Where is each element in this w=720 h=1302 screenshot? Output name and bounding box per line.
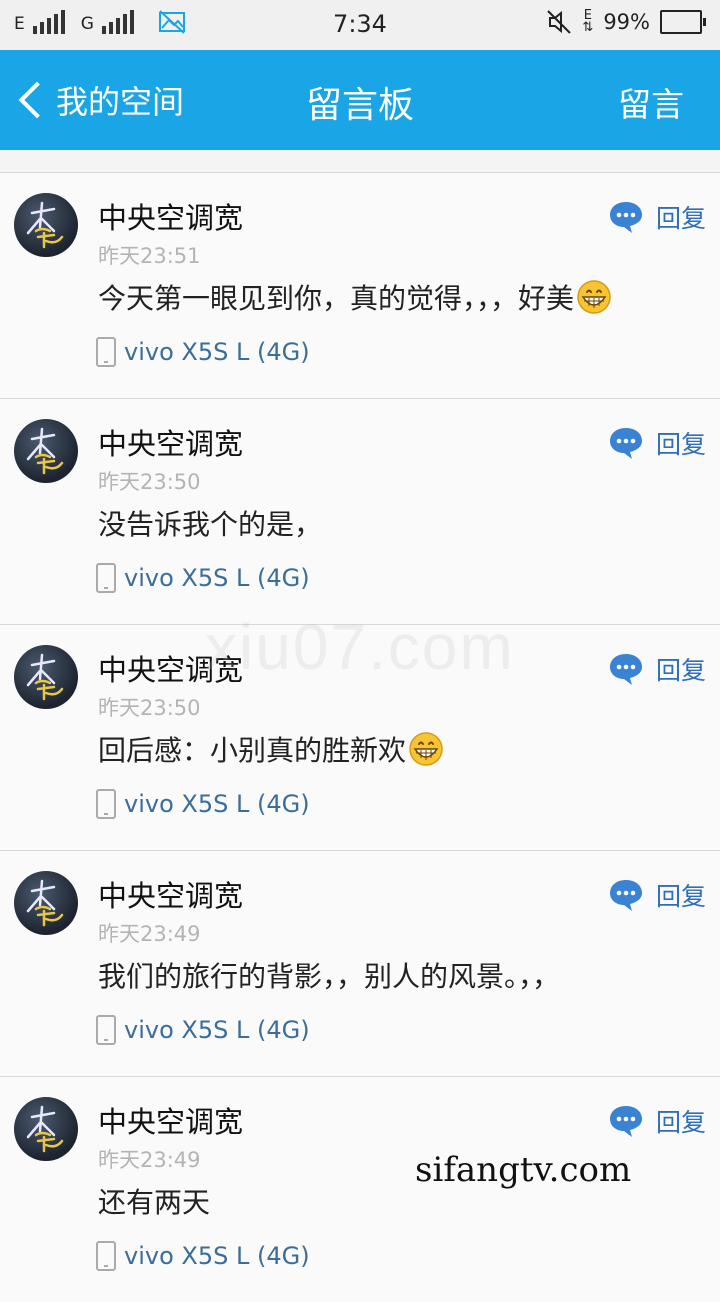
message-time: 昨天23:50: [98, 696, 201, 720]
message-item: 中央空调宽 昨天23:51 今天第一眼见到你，真的觉得，，，好美 vivo X5…: [0, 172, 720, 398]
device-name: vivo X5S L (4G): [124, 1016, 310, 1044]
phone-icon: [96, 563, 116, 593]
grin-emoji-icon: [577, 280, 611, 314]
device-name: vivo X5S L (4G): [124, 338, 310, 366]
mute-icon: [547, 10, 572, 34]
message-text: 回后感：小别真的胜新欢: [98, 734, 407, 767]
chevron-left-icon: [18, 81, 56, 119]
message-content: 回后感：小别真的胜新欢: [98, 729, 444, 769]
device-info: vivo X5S L (4G): [96, 1241, 310, 1271]
reply-button[interactable]: 回复: [608, 425, 706, 461]
avatar[interactable]: [14, 871, 78, 935]
message-item: 中央空调宽 昨天23:50 没告诉我个的是， vivo X5S L (4G) 回…: [0, 398, 720, 624]
message-time: 昨天23:50: [98, 470, 201, 494]
battery-text: 99%: [603, 10, 650, 34]
comment-bubble-icon: [609, 428, 642, 459]
avatar[interactable]: [14, 419, 78, 483]
message-item: 中央空调宽 昨天23:49 我们的旅行的背影，，别人的风景。，， vivo X5…: [0, 850, 720, 1076]
watermark: xiu07.com: [205, 611, 515, 683]
avatar[interactable]: [14, 1097, 78, 1161]
message-text: 今天第一眼见到你，真的觉得，，，好美: [98, 282, 575, 315]
author-name[interactable]: 中央空调宽: [98, 1099, 243, 1141]
avatar[interactable]: [14, 645, 78, 709]
message-time: 昨天23:51: [98, 244, 201, 268]
message-text: 还有两天: [98, 1186, 211, 1219]
status-bar: E G 7:34 E ⇅ 99%: [0, 0, 720, 50]
reply-button[interactable]: 回复: [608, 1103, 706, 1139]
back-label: 我的空间: [56, 83, 185, 121]
grin-emoji-icon: [409, 732, 443, 766]
message-content: 没告诉我个的是，: [98, 503, 322, 543]
avatar[interactable]: [14, 193, 78, 257]
author-name[interactable]: 中央空调宽: [98, 421, 243, 463]
device-info: vivo X5S L (4G): [96, 563, 310, 593]
device-name: vivo X5S L (4G): [124, 564, 310, 592]
message-content: 今天第一眼见到你，真的觉得，，，好美: [98, 277, 612, 317]
leave-message-button[interactable]: 留言: [618, 78, 684, 126]
comment-bubble-icon: [609, 880, 642, 911]
device-info: vivo X5S L (4G): [96, 789, 310, 819]
reply-label: 回复: [655, 882, 706, 911]
message-list: 中央空调宽 昨天23:51 今天第一眼见到你，真的觉得，，，好美 vivo X5…: [0, 172, 720, 1302]
message-time: 昨天23:49: [98, 1148, 201, 1172]
reply-label: 回复: [655, 430, 706, 459]
data-arrows-icon: E ⇅: [582, 8, 594, 35]
reply-label: 回复: [655, 204, 706, 233]
status-right: E ⇅ 99%: [546, 9, 706, 35]
device-info: vivo X5S L (4G): [96, 337, 310, 367]
device-info: vivo X5S L (4G): [96, 1015, 310, 1045]
reply-label: 回复: [655, 1108, 706, 1137]
message-content: 我们的旅行的背影，，别人的风景。，，: [98, 955, 560, 995]
reply-button[interactable]: 回复: [608, 877, 706, 913]
back-button[interactable]: 我的空间: [14, 72, 184, 128]
comment-bubble-icon: [609, 1106, 642, 1137]
device-name: vivo X5S L (4G): [124, 1242, 310, 1270]
reply-button[interactable]: 回复: [608, 651, 706, 687]
author-name[interactable]: 中央空调宽: [98, 195, 243, 237]
phone-icon: [96, 1015, 116, 1045]
message-time: 昨天23:49: [98, 922, 201, 946]
reply-button[interactable]: 回复: [608, 199, 706, 235]
watermark: sifangtv.com: [415, 1150, 632, 1190]
battery-icon: [660, 10, 706, 34]
message-content: 还有两天: [98, 1181, 210, 1221]
message-text: 我们的旅行的背影，，别人的风景。，，: [98, 960, 561, 993]
comment-bubble-icon: [609, 654, 642, 685]
phone-icon: [96, 789, 116, 819]
message-text: 没告诉我个的是，: [98, 508, 323, 541]
comment-bubble-icon: [609, 202, 642, 233]
nav-bar: 我的空间 留言板 留言: [0, 50, 720, 150]
device-name: vivo X5S L (4G): [124, 790, 310, 818]
phone-icon: [96, 1241, 116, 1271]
phone-icon: [96, 337, 116, 367]
reply-label: 回复: [655, 656, 706, 685]
author-name[interactable]: 中央空调宽: [98, 873, 243, 915]
